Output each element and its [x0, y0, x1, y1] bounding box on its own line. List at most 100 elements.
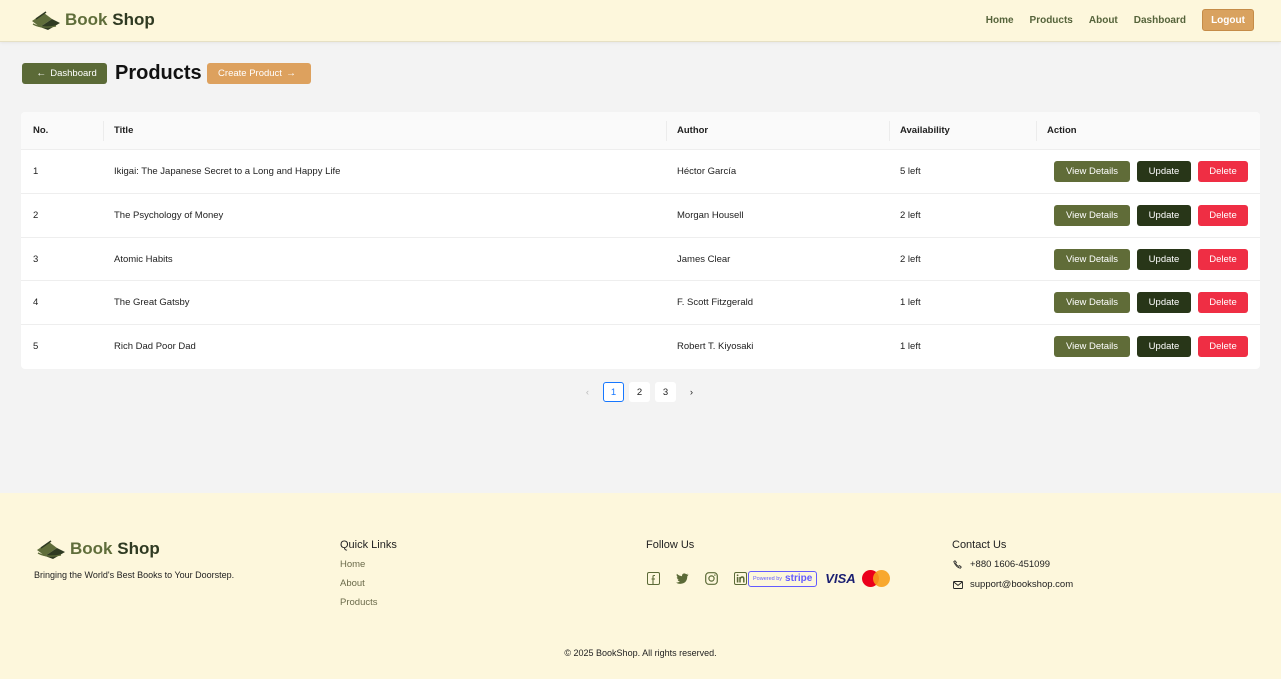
chevron-left-icon[interactable]: ‹: [577, 382, 598, 402]
delete-button[interactable]: Delete: [1198, 248, 1248, 270]
table-row: 3 Atomic Habits James Clear 2 left View …: [21, 238, 1260, 282]
phone-icon: [952, 559, 963, 570]
view-details-button[interactable]: View Details: [1054, 204, 1130, 226]
back-button-label: Dashboard: [50, 68, 97, 79]
cell-title: The Psychology of Money: [114, 209, 224, 221]
nav-products[interactable]: Products: [1030, 15, 1073, 26]
brand-name: Book Shop: [70, 539, 160, 558]
contact-info: +880 1606-451099 support@bookshop.com: [952, 559, 1073, 599]
tagline: Bringing the World's Best Books to Your …: [34, 570, 235, 580]
table-row: 1 Ikigai: The Japanese Secret to a Long …: [21, 150, 1260, 194]
row-actions: View Details Update Delete: [1054, 336, 1255, 358]
column-divider: [889, 121, 890, 141]
cell-title: Rich Dad Poor Dad: [114, 341, 196, 353]
cell-availability: 2 left: [900, 253, 921, 265]
cell-author: James Clear: [677, 253, 731, 265]
cell-no: 3: [33, 253, 39, 265]
top-navbar: Book Shop Home Products About Dashboard …: [0, 0, 1281, 42]
cell-title: Ikigai: The Japanese Secret to a Long an…: [114, 166, 341, 177]
header-logo[interactable]: Book Shop: [30, 9, 155, 31]
cell-author: Morgan Housell: [677, 209, 744, 221]
facebook-icon[interactable]: [646, 572, 660, 586]
instagram-icon[interactable]: [704, 572, 718, 586]
back-to-dashboard-button[interactable]: ← Dashboard: [22, 63, 107, 84]
delete-button[interactable]: Delete: [1198, 204, 1248, 226]
stripe-powered-by: Powered by: [753, 575, 783, 582]
footer-logo[interactable]: Book Shop: [35, 538, 160, 560]
update-button[interactable]: Update: [1137, 161, 1191, 182]
arrow-left-icon: ←: [36, 68, 47, 79]
footer-link-products[interactable]: Products: [340, 597, 378, 608]
create-button-label: Create Product: [218, 68, 282, 79]
copyright: © 2025 BookShop. All rights reserved.: [564, 648, 717, 658]
page-3-button[interactable]: 3: [655, 382, 676, 402]
logout-button[interactable]: Logout: [1202, 9, 1254, 31]
cell-availability: 1 left: [900, 297, 921, 309]
page-2-button[interactable]: 2: [629, 382, 650, 402]
row-actions: View Details Update Delete: [1054, 292, 1255, 314]
column-header-no: No.: [33, 125, 49, 136]
view-details-button[interactable]: View Details: [1054, 161, 1130, 182]
delete-button[interactable]: Delete: [1198, 292, 1248, 314]
table-row: 2 The Psychology of Money Morgan Housell…: [21, 194, 1260, 238]
cell-availability: 1 left: [900, 341, 921, 353]
column-header-author: Author: [677, 125, 709, 136]
view-details-button[interactable]: View Details: [1054, 292, 1130, 314]
cell-no: 4: [33, 297, 39, 309]
table-row: 4 The Great Gatsby F. Scott Fitzgerald 1…: [21, 281, 1260, 326]
phone-number: +880 1606-451099: [970, 559, 1051, 570]
update-button[interactable]: Update: [1137, 248, 1191, 270]
update-button[interactable]: Update: [1137, 336, 1191, 358]
twitter-icon[interactable]: [675, 572, 689, 586]
quick-links-heading: Quick Links: [340, 539, 397, 551]
email-address[interactable]: support@bookshop.com: [970, 579, 1073, 590]
row-actions: View Details Update Delete: [1054, 204, 1255, 226]
cell-title: Atomic Habits: [114, 253, 173, 265]
delete-button[interactable]: Delete: [1198, 336, 1248, 358]
cell-author: Héctor García: [677, 166, 737, 177]
table-row: 5 Rich Dad Poor Dad Robert T. Kiyosaki 1…: [21, 325, 1260, 369]
main-nav: Home Products About Dashboard Logout: [970, 9, 1254, 31]
cell-no: 1: [33, 166, 39, 177]
visa-logo: VISA: [825, 571, 856, 586]
page-1-button[interactable]: 1: [603, 382, 624, 402]
pagination: ‹ 1 2 3 ›: [577, 382, 707, 402]
book-logo-icon: [37, 540, 65, 559]
linkedin-icon[interactable]: [733, 572, 747, 586]
column-divider: [1036, 121, 1037, 141]
cell-availability: 2 left: [900, 209, 921, 221]
arrow-right-icon: →: [285, 68, 296, 79]
contact-phone: +880 1606-451099: [952, 559, 1073, 570]
create-product-button[interactable]: Create Product →: [207, 63, 311, 84]
column-divider: [103, 121, 104, 141]
nav-dashboard[interactable]: Dashboard: [1134, 15, 1186, 26]
column-header-action: Action: [1047, 125, 1077, 136]
delete-button[interactable]: Delete: [1198, 161, 1248, 182]
column-divider: [666, 121, 667, 141]
update-button[interactable]: Update: [1137, 204, 1191, 226]
cell-author: Robert T. Kiyosaki: [677, 341, 754, 353]
book-logo-icon: [32, 11, 60, 30]
cell-no: 5: [33, 341, 39, 353]
update-button[interactable]: Update: [1137, 292, 1191, 314]
cell-title: The Great Gatsby: [114, 297, 190, 309]
footer-link-home[interactable]: Home: [340, 559, 378, 570]
contact-email: support@bookshop.com: [952, 579, 1073, 590]
row-actions: View Details Update Delete: [1054, 248, 1255, 270]
products-table: No. Title Author Availability Action 1 I…: [21, 112, 1260, 369]
footer-link-about[interactable]: About: [340, 578, 378, 589]
view-details-button[interactable]: View Details: [1054, 248, 1130, 270]
chevron-right-icon[interactable]: ›: [681, 382, 702, 402]
social-links: Powered by stripe VISA: [646, 570, 890, 587]
nav-home[interactable]: Home: [986, 15, 1014, 26]
page-title: Products: [115, 62, 202, 84]
stripe-badge: Powered by stripe: [748, 570, 818, 587]
contact-us-heading: Contact Us: [952, 539, 1007, 551]
brand-name: Book Shop: [65, 10, 155, 29]
mastercard-icon: [861, 570, 890, 587]
nav-about[interactable]: About: [1089, 15, 1118, 26]
table-header: No. Title Author Availability Action: [21, 112, 1260, 150]
cell-availability: 5 left: [900, 166, 921, 177]
follow-us-heading: Follow Us: [646, 539, 695, 551]
view-details-button[interactable]: View Details: [1054, 336, 1130, 358]
